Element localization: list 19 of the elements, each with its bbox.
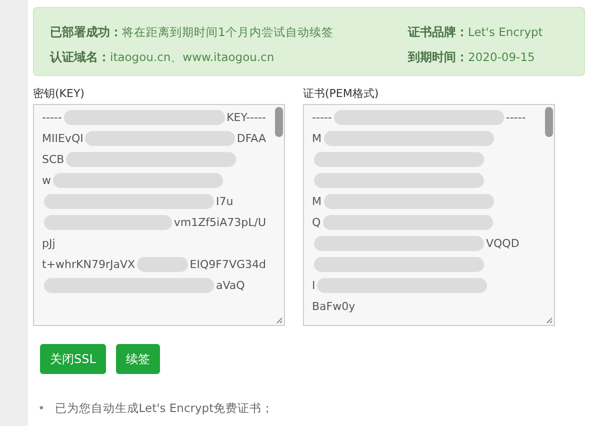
field-label: 密钥(KEY) bbox=[33, 86, 86, 101]
alert-label: 已部署成功： bbox=[50, 25, 122, 39]
bullet-mark: • bbox=[38, 400, 45, 416]
redaction-blur bbox=[137, 257, 188, 272]
scrollbar-thumb[interactable] bbox=[545, 107, 553, 137]
text-area[interactable]: ----- KEY----- MIIEvQI DFAA SCB w I7u vm1Zf5iA73pL/U pJj t+whrKN79rJaVX EIQ9F7VG34d aVaQ bbox=[33, 104, 285, 326]
resize-grip-icon[interactable] bbox=[546, 317, 553, 324]
alert-value: itaogou.cn、www.itaogou.cn bbox=[110, 50, 274, 64]
resize-grip-icon[interactable] bbox=[276, 317, 283, 324]
alert-value: 2020-09-15 bbox=[468, 50, 535, 64]
alert-value: 将在距离到期时间1个月内尝试自动续签 bbox=[122, 25, 334, 39]
alert-label: 到期时间： bbox=[408, 50, 468, 64]
alert-label: 认证域名： bbox=[50, 50, 110, 64]
field-label: 证书(PEM格式) bbox=[303, 86, 380, 101]
text-area[interactable]: ----- ----- M M Q VQQD I BaFw0y bbox=[303, 104, 555, 326]
alert-value: Let's Encrypt bbox=[468, 25, 543, 39]
scrollbar-thumb[interactable] bbox=[275, 107, 283, 137]
alert-label: 证书品牌： bbox=[408, 25, 468, 39]
note-text: 已为您自动生成Let's Encrypt免费证书； bbox=[54, 400, 274, 416]
